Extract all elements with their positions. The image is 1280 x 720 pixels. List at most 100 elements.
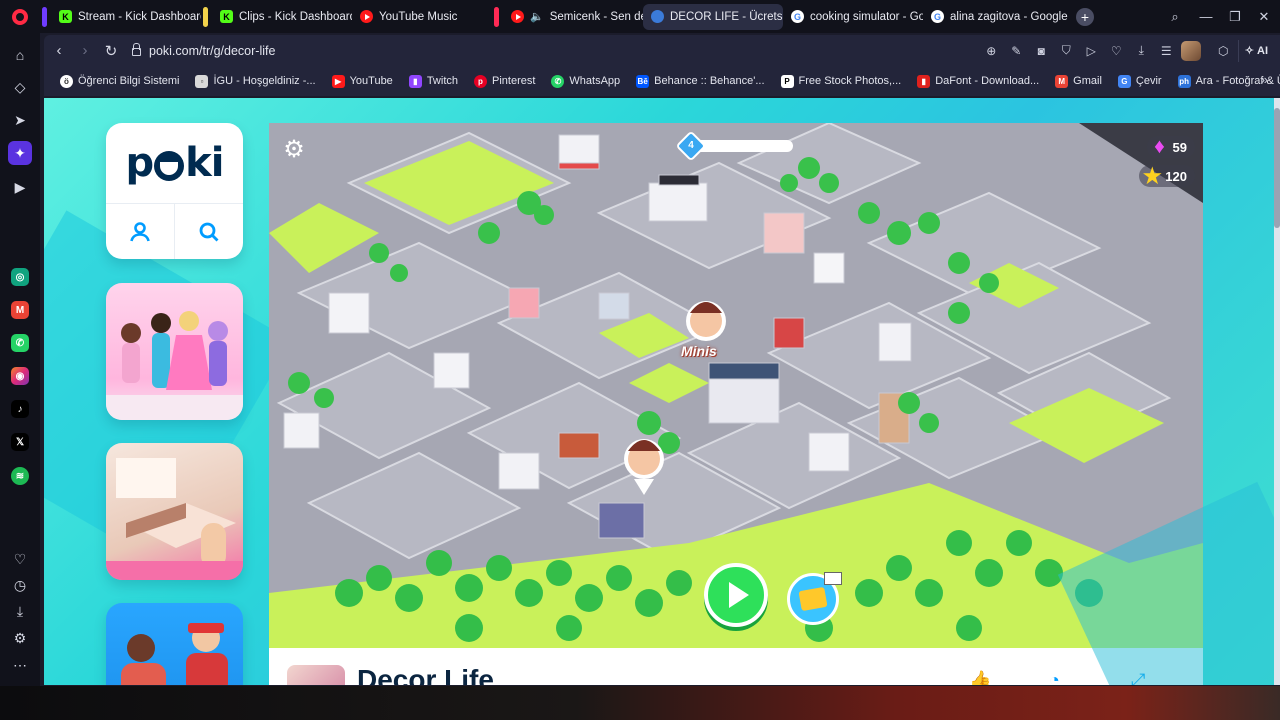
aria-icon[interactable]: ✦ [8, 141, 32, 165]
like-icon[interactable]: 👍 [969, 670, 995, 685]
shield-icon[interactable]: ⛉ [1056, 40, 1077, 62]
speaker-icon[interactable]: 🔈 [530, 10, 544, 23]
tab-semicenk[interactable]: 🔈 Semicenk - Sen de Bir [503, 4, 643, 30]
download-icon[interactable]: ⤓ [1131, 40, 1152, 62]
star-counter: ★ 120 [1139, 165, 1195, 188]
pexels-icon: P [780, 74, 794, 88]
bookmark-translate[interactable]: G Çevir [1110, 74, 1170, 88]
share-icon[interactable]: ◔ [1049, 670, 1075, 685]
game-canvas[interactable]: ⚙ 4 ♦ 59 ★ 120 Minis [269, 123, 1203, 648]
bookmark-gmail[interactable]: M Gmail [1047, 74, 1110, 88]
bookmark-twitch[interactable]: ▮ Twitch [401, 74, 466, 88]
bookmark-obs[interactable]: ö Öğrenci Bilgi Sistemi [52, 74, 187, 88]
chatgpt-icon[interactable]: ◎ [11, 268, 29, 286]
bookmark-pexels[interactable]: P Free Stock Photos,... [773, 74, 910, 88]
settings-icon[interactable]: ⚙ [281, 137, 307, 163]
minis-label[interactable]: Minis [681, 343, 717, 359]
gmail-icon[interactable]: M [11, 301, 29, 319]
new-tab-button[interactable]: + [1076, 7, 1094, 26]
flow-icon[interactable]: ➤ [8, 108, 32, 132]
play-button[interactable] [704, 563, 768, 627]
bookmark-label: Gmail [1073, 75, 1102, 87]
tab-decor-life[interactable]: DECOR LIFE - Ücretsiz Onl [643, 3, 783, 30]
restore-icon[interactable]: ❐ [1220, 0, 1250, 33]
close-icon[interactable]: ✕ [1249, 0, 1279, 33]
tab-label: Semicenk - Sen de Bir [549, 10, 643, 23]
inbox-button[interactable] [787, 572, 842, 625]
game-thumbnail-decor[interactable] [106, 443, 243, 580]
bookmark-youtube[interactable]: ▶ YouTube [324, 74, 401, 88]
search-icon[interactable] [175, 204, 243, 259]
speed-dial-icon[interactable]: ◇ [8, 75, 32, 99]
poki-logo-text: p [125, 140, 155, 186]
tab-cooking-simulator[interactable]: G cooking simulator - Goog [783, 4, 923, 30]
easy-setup-icon[interactable]: ☰ [1156, 40, 1177, 62]
page-icon: ▫ [195, 74, 209, 88]
youtube-music-icon [360, 10, 373, 23]
x-icon[interactable]: 𝕏 [11, 433, 29, 451]
heart-icon[interactable]: ♡ [1106, 40, 1127, 62]
address-toolbar: ⊕ ✎ ◙ ⛉ ▷ ♡ ⤓ ☰ ⬡ ✧ AI [981, 35, 1280, 66]
history-icon[interactable]: ◷ [8, 573, 32, 597]
poki-logo-text: ki [185, 140, 224, 186]
tab-alina-zagitova[interactable]: G alina zagitova - Google'da [923, 4, 1068, 30]
bookmark-whatsapp[interactable]: ✆ WhatsApp [543, 74, 628, 88]
reload-icon[interactable]: ↻ [98, 38, 124, 64]
send-icon[interactable]: ▷ [1081, 40, 1102, 62]
tab-label: YouTube Music [379, 10, 458, 23]
ai-label: AI [1257, 44, 1268, 57]
edit-icon[interactable]: ✎ [1006, 40, 1027, 62]
cube-icon[interactable]: ⬡ [1213, 40, 1234, 62]
camera-icon[interactable]: ◙ [1031, 40, 1052, 62]
home-icon[interactable]: ⌂ [8, 43, 32, 67]
bookmark-label: Behance :: Behance'... [654, 75, 765, 87]
behance-icon: Bē [636, 74, 650, 88]
url-text: poki.com/tr/g/decor-life [149, 43, 276, 58]
avatar[interactable] [1180, 40, 1201, 61]
settings-icon[interactable]: ⚙ [8, 626, 32, 650]
tab-label: DECOR LIFE - Ücretsiz Onl [670, 10, 783, 23]
zoom-icon[interactable]: ⊕ [981, 40, 1002, 62]
page-scrollbar[interactable] [1274, 98, 1280, 685]
bookmark-label: Twitch [426, 75, 458, 87]
bookmark-igu[interactable]: ▫ İGU - Hoşgeldiniz -... [187, 74, 323, 88]
scrollbar-thumb[interactable] [1274, 108, 1280, 228]
forward-icon[interactable]: › [72, 38, 98, 64]
bookmark-dafont[interactable]: ▮ DaFont - Download... [909, 74, 1047, 88]
player-icon[interactable]: ▶ [8, 175, 32, 199]
tab-kick-clips[interactable]: K Clips - Kick Dashboard [212, 4, 352, 30]
tab-youtube-music[interactable]: YouTube Music [352, 4, 492, 30]
bookmark-label: Çevir [1135, 75, 1162, 87]
bookmark-pinterest[interactable]: p Pinterest [466, 74, 543, 88]
address-bar: ‹ › ↻ poki.com/tr/g/decor-life ⊕ ✎ ◙ ⛉ ▷… [44, 35, 1280, 66]
bookmarks-overflow-icon[interactable]: » [1261, 72, 1268, 87]
tab-kick-stream[interactable]: K Stream - Kick Dashboard [51, 4, 201, 30]
tab-search-icon[interactable]: ⌕ [1160, 0, 1190, 33]
back-icon[interactable]: ‹ [46, 38, 72, 64]
ai-button[interactable]: ✧ AI [1237, 39, 1274, 62]
downloads-icon[interactable]: ⤓ [8, 599, 32, 623]
tab-label: Clips - Kick Dashboard [239, 10, 352, 23]
more-icon[interactable]: ⋯ [8, 653, 32, 677]
game-thumbnail-dressup[interactable] [106, 283, 243, 420]
kick-icon: K [59, 10, 72, 23]
spotify-icon[interactable]: ≋ [11, 467, 29, 485]
box-icon [798, 586, 828, 612]
whatsapp-icon[interactable]: ✆ [11, 334, 29, 352]
bookmark-behance[interactable]: Bē Behance :: Behance'... [628, 74, 772, 88]
minimize-icon[interactable]: — [1191, 0, 1221, 33]
poki-logo[interactable]: p ki [106, 123, 243, 203]
instagram-icon[interactable]: ◉ [11, 367, 29, 385]
game-thumbnail-hotel[interactable] [106, 603, 243, 685]
user-icon[interactable] [106, 204, 175, 259]
sidebar: ⌂ ◇ ➤ ✦ ▶ ◎ M ✆ ◉ ♪ 𝕏 ≋ ♡ ◷ ⤓ ⚙ ⋯ [0, 33, 40, 720]
tiktok-icon[interactable]: ♪ [11, 400, 29, 418]
heart-icon[interactable]: ♡ [8, 547, 32, 571]
google-icon: G [931, 10, 944, 23]
url-field[interactable]: poki.com/tr/g/decor-life [132, 43, 276, 58]
gem-counter: ♦ 59 [1146, 135, 1195, 158]
fullscreen-icon[interactable]: ⤢ [1131, 670, 1157, 685]
bookmark-label: Pinterest [492, 75, 536, 87]
tab-group-accent [203, 6, 208, 27]
opera-logo-icon[interactable] [0, 0, 40, 33]
